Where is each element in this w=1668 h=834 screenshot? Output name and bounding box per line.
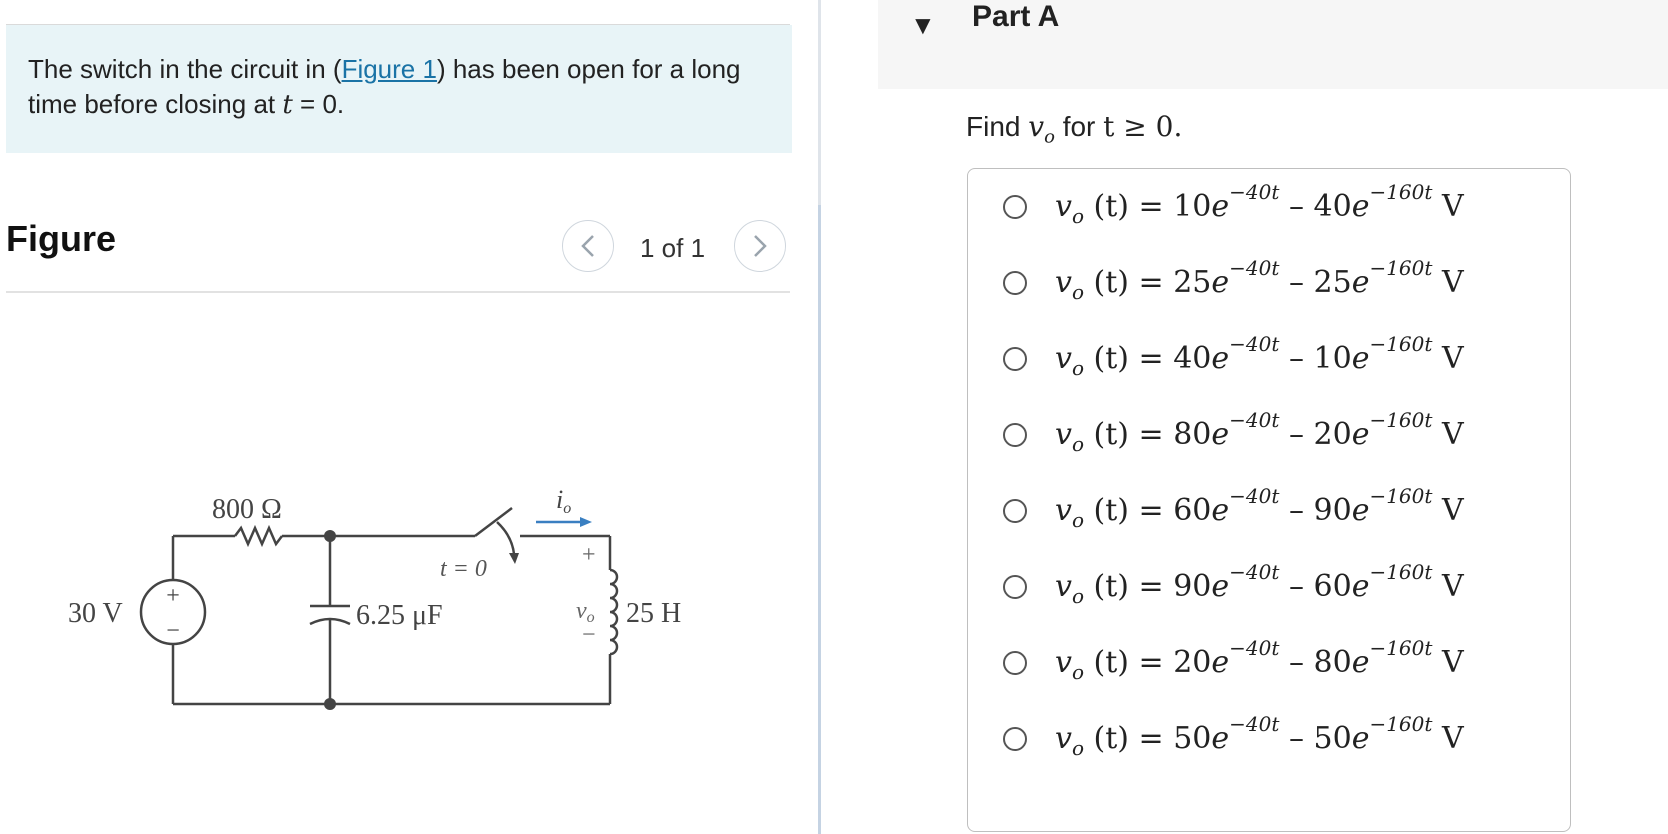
resistor (234, 524, 283, 548)
answer-equation: vo (t) = 90e−40t – 60e−160t V (1055, 560, 1464, 608)
source-label: 30 V (68, 598, 123, 629)
inductor-label: 25 H (626, 598, 681, 629)
answer-equation: vo (t) = 10e−40t – 40e−160t V (1055, 180, 1464, 228)
answer-option[interactable]: vo (t) = 10e−40t – 40e−160t V (1003, 180, 1464, 232)
radio-button[interactable] (1003, 347, 1027, 371)
figure-rule (6, 291, 790, 293)
radio-button[interactable] (1003, 727, 1027, 751)
figure-title: Figure (6, 218, 117, 259)
radio-button[interactable] (1003, 423, 1027, 447)
question-condition: t ≥ 0. (1103, 110, 1183, 143)
answer-option[interactable]: vo (t) = 20e−40t – 80e−160t V (1003, 636, 1464, 688)
answer-equation: vo (t) = 50e−40t – 50e−160t V (1055, 712, 1464, 760)
radio-button[interactable] (1003, 195, 1027, 219)
current-label: io (556, 485, 571, 517)
circuit-diagram: + − 30 V 800 Ω 6.25 μF t = 0 io 25 H + −… (68, 485, 681, 710)
voltage-label: vo (576, 598, 595, 626)
collapse-caret-icon[interactable]: ▼ (910, 10, 936, 41)
resistor-label: 800 Ω (212, 494, 282, 525)
source-minus: − (166, 618, 180, 644)
time-variable: t (282, 90, 293, 120)
inductor (609, 568, 619, 656)
radio-button[interactable] (1003, 499, 1027, 523)
switch-arc (496, 521, 516, 555)
radio-button[interactable] (1003, 575, 1027, 599)
answer-equation: vo (t) = 80e−40t – 20e−160t V (1055, 408, 1464, 456)
part-title: Part A (972, 0, 1060, 33)
answer-equation: vo (t) = 20e−40t – 80e−160t V (1055, 636, 1464, 684)
answer-equation: vo (t) = 40e−40t – 10e−160t V (1055, 332, 1464, 380)
question-var: v (1028, 110, 1045, 143)
figure-link[interactable]: Figure 1 (342, 54, 437, 84)
answer-option[interactable]: vo (t) = 60e−40t – 90e−160t V (1003, 484, 1464, 536)
next-figure-button[interactable] (734, 220, 786, 272)
switch-label: t = 0 (440, 556, 487, 582)
problem-text-after: = 0. (292, 89, 345, 119)
chevron-right-icon (754, 235, 767, 257)
problem-statement: The switch in the circuit in (Figure 1) … (28, 52, 768, 123)
question-prefix: Find (966, 111, 1029, 142)
answer-option[interactable]: vo (t) = 80e−40t – 20e−160t V (1003, 408, 1464, 460)
column-divider-lower[interactable] (818, 205, 821, 834)
answer-option[interactable]: vo (t) = 25e−40t – 25e−160t V (1003, 256, 1464, 308)
vo-plus: + (582, 542, 596, 568)
question-text: Find vo for t ≥ 0. (966, 110, 1182, 148)
answer-option[interactable]: vo (t) = 50e−40t – 50e−160t V (1003, 712, 1464, 764)
radio-button[interactable] (1003, 651, 1027, 675)
question-sub: o (1044, 126, 1055, 148)
switch-arrowhead (509, 553, 519, 564)
question-suffix: for (1054, 111, 1104, 142)
current-arrowhead (580, 517, 592, 527)
chevron-left-icon (581, 235, 594, 257)
answer-equation: vo (t) = 25e−40t – 25e−160t V (1055, 256, 1464, 304)
problem-text-before: The switch in the circuit in ( (28, 54, 342, 84)
answer-equation: vo (t) = 60e−40t – 90e−160t V (1055, 484, 1464, 532)
previous-figure-button[interactable] (562, 220, 614, 272)
capacitor-label: 6.25 μF (356, 600, 443, 631)
source-plus: + (166, 583, 180, 609)
radio-button[interactable] (1003, 271, 1027, 295)
answer-option[interactable]: vo (t) = 40e−40t – 10e−160t V (1003, 332, 1464, 384)
answer-option[interactable]: vo (t) = 90e−40t – 60e−160t V (1003, 560, 1464, 612)
figure-pager: 1 of 1 (640, 233, 706, 263)
